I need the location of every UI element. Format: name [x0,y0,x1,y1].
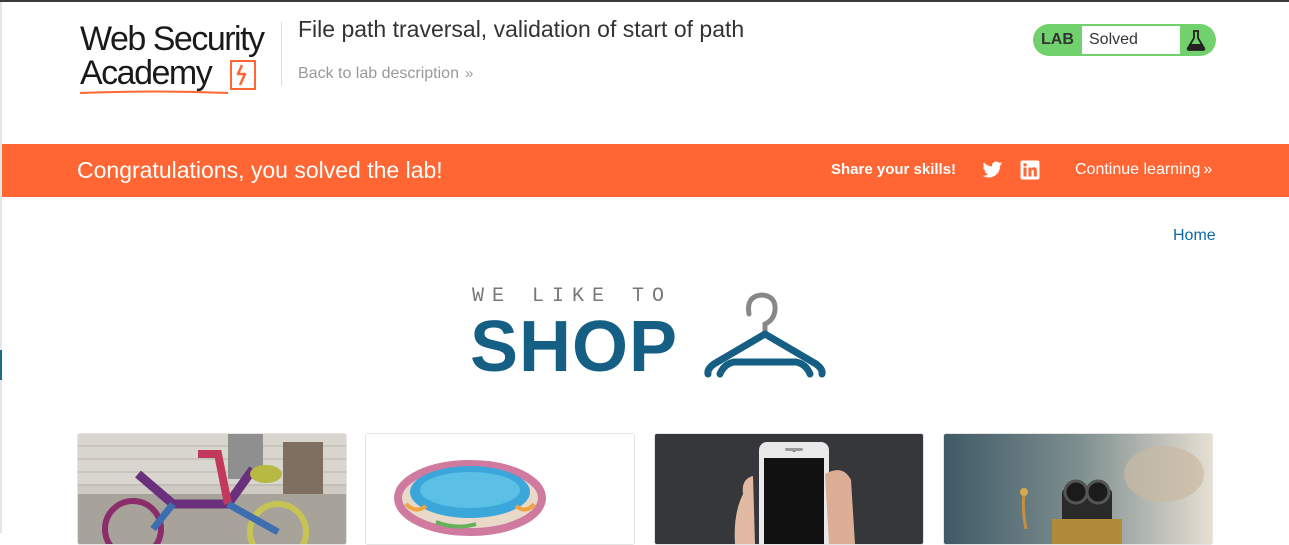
back-link-label: Back to lab description [298,65,459,82]
congratulations-message: Congratulations, you solved the lab! [77,157,443,183]
continue-learning-link[interactable]: Continue learning» [1075,161,1212,179]
logo-line-1: Web Security [80,20,265,58]
twitter-icon[interactable] [982,160,1003,180]
double-chevron-right-icon: » [1203,161,1213,178]
shop-word: SHOP [470,307,679,387]
home-link[interactable]: Home [1173,227,1216,245]
lab-solved-banner: Congratulations, you solved the lab! Sha… [2,144,1289,197]
linkedin-icon[interactable] [1020,160,1040,180]
product-card[interactable] [77,433,347,545]
window-left-border [0,2,2,533]
product-card[interactable] [943,433,1213,545]
robot-figure-image [944,434,1212,544]
logo-line-2: Academy [80,54,213,92]
lab-status-box: Solved [1082,26,1180,54]
lab-status-widget: LAB Solved [1033,24,1216,56]
shop-tagline: WE LIKE TO [472,285,673,308]
we-like-to-shop-logo: WE LIKE TO SHOP [470,285,830,387]
hanger-icon [704,292,826,378]
product-card[interactable] [365,433,635,545]
back-to-lab-description-link[interactable]: Back to lab description » [298,65,473,83]
window-left-accent [0,350,2,380]
window-top-border [0,0,1289,2]
continue-learning-label: Continue learning [1075,161,1201,178]
share-skills-label: Share your skills! [831,161,957,178]
lab-status-text: Solved [1089,31,1138,48]
product-card[interactable] [654,433,924,545]
lab-title: File path traversal, validation of start… [298,16,745,42]
paddling-pool-image [366,434,634,544]
web-security-academy-logo[interactable]: Web Security Academy [80,22,280,94]
double-chevron-right-icon: » [464,65,474,82]
header-divider [281,22,282,86]
lab-tag: LAB [1041,31,1074,48]
logo-lightning-mark-icon [230,60,256,90]
logo-underline [80,90,229,94]
flask-icon [1186,30,1206,51]
knitted-bicycle-image [78,434,346,544]
smartphone-in-hand-image [655,434,923,544]
